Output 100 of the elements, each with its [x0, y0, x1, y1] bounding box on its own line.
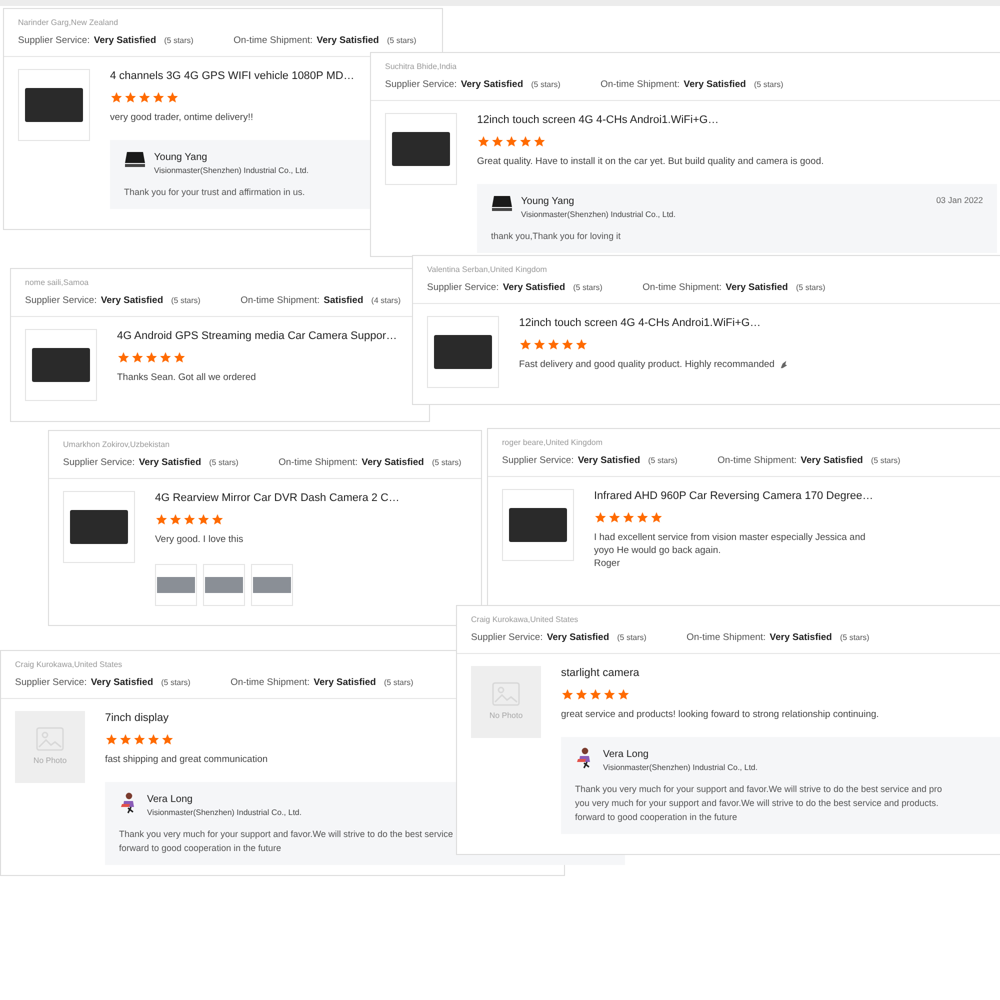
- star-icon: [622, 511, 635, 524]
- rating-label: Supplier Service:: [63, 456, 135, 470]
- rating-label: Supplier Service:: [25, 294, 97, 308]
- star-icon: [173, 351, 186, 364]
- star-icon: [147, 733, 160, 746]
- star-icon: [119, 733, 132, 746]
- photo-placeholder: [205, 577, 243, 594]
- rating-label: On-time Shipment:: [233, 34, 313, 48]
- rating-value: Very Satisfied: [362, 456, 424, 470]
- rating-count: (5 stars): [171, 295, 200, 307]
- review-text: fast shipping and great communication: [105, 753, 268, 766]
- star-icon: [533, 135, 546, 148]
- reviewer-name: nome saili,Samoa: [25, 277, 90, 289]
- reviewer-name: Suchitra Bhide,India: [385, 61, 458, 73]
- rating-value: Very Satisfied: [684, 78, 746, 92]
- company-name: Visionmaster(Shenzhen) Industrial Co., Ltd.: [147, 807, 302, 820]
- star-icon: [155, 513, 168, 526]
- reply-text: forward to good cooperation in the future: [119, 842, 282, 856]
- rating-value: Very Satisfied: [94, 34, 156, 48]
- rating-label: On-time Shipment:: [278, 456, 358, 470]
- rating-label: On-time Shipment:: [230, 676, 310, 690]
- star-icon: [159, 351, 172, 364]
- reply-text: you very much for your support and favor.We will strive to do the best service and products.: [575, 797, 940, 810]
- star-icon: [575, 688, 588, 702]
- rating-count: (5 stars): [209, 457, 238, 469]
- replier-name: Young Yang: [154, 151, 208, 166]
- rating-value: Very Satisfied: [90, 676, 154, 690]
- rating-label: Supplier Service:: [427, 281, 499, 295]
- rating-count: (5 stars): [617, 632, 646, 644]
- replier-name: Vera Long: [603, 748, 650, 762]
- replier-name: Vera Long: [147, 793, 194, 808]
- rating-value: Very Satisfied: [578, 454, 640, 468]
- rating-label: On-time Shipment:: [717, 454, 797, 468]
- reviewer-name: Craig Kurokawa,United States: [471, 614, 580, 626]
- reviewer-name: Umarkhon Zokirov,Uzbekistan: [63, 439, 171, 451]
- star-icon: [519, 135, 532, 148]
- rating-count: (5 stars): [870, 455, 900, 467]
- rating-label: Supplier Service:: [18, 34, 90, 48]
- review-text: I had excellent service from vision master especially Jessica and: [594, 531, 866, 544]
- rating-value: Very Satisfied: [316, 34, 379, 48]
- reviewer-name: Craig Kurokawa,United States: [15, 659, 124, 671]
- reply-text: forward to good cooperation in the future: [575, 811, 738, 824]
- product-title: Infrared AHD 960P Car Reversing Camera 170 Degree…: [594, 489, 874, 504]
- star-icon: [117, 351, 130, 364]
- review-text: very good trader, ontime delivery!!: [110, 111, 254, 124]
- rating-label: On-time Shipment:: [686, 631, 766, 645]
- photo-placeholder: [157, 577, 195, 594]
- rating-label: Supplier Service:: [502, 454, 574, 468]
- reviewer-name: Narinder Garg,New Zealand: [18, 17, 120, 29]
- rating-label: Supplier Service:: [385, 78, 457, 92]
- review-text: Thanks Sean. Got all we ordered: [117, 371, 256, 384]
- no-photo-text: No Photo: [33, 755, 67, 768]
- rating-count: (5 stars): [840, 632, 870, 644]
- product-title: 12inch touch screen 4G 4-CHs Androi1.WiFi+G…: [477, 113, 720, 128]
- review-text: Roger: [594, 557, 620, 570]
- star-icon: [608, 511, 621, 524]
- rating-count: (5 stars): [573, 282, 602, 294]
- replier-name: Young Yang: [521, 195, 576, 210]
- star-icon: [603, 688, 616, 702]
- rating-count: (5 stars): [164, 35, 194, 47]
- reply-text: Thank you very much for your support and favor.We will strive to do the best service: [119, 828, 454, 842]
- star-icon: [133, 733, 146, 746]
- star-icon: [124, 91, 137, 104]
- star-icon: [166, 91, 179, 104]
- star-icon: [477, 135, 490, 148]
- star-icon: [110, 91, 123, 104]
- star-icon: [169, 513, 182, 526]
- review-text: Fast delivery and good quality product. Highly recommanded: [519, 358, 775, 372]
- photo-placeholder: [32, 348, 90, 382]
- rating-label: On-time Shipment:: [600, 78, 680, 92]
- no-photo-text: No Photo: [489, 710, 523, 722]
- rating-count: (5 stars): [384, 677, 414, 689]
- rating-value: Very Satisfied: [502, 281, 566, 295]
- star-icon: [105, 733, 118, 746]
- product-title: 4G Rearview Mirror Car DVR Dash Camera 2 C…: [155, 491, 400, 506]
- review-text: Great quality. Have to install it on the car yet. But build quality and camera is good.: [477, 155, 824, 168]
- photo-placeholder: [434, 335, 492, 370]
- star-icon: [491, 135, 504, 148]
- rating-count: (5 stars): [531, 79, 560, 91]
- rating-value: Very Satisfied: [138, 456, 202, 470]
- star-icon: [152, 91, 165, 104]
- star-icon: [211, 513, 224, 526]
- star-icon: [594, 511, 607, 524]
- reviewer-name: Valentina Serban,United Kingdom: [427, 264, 548, 276]
- star-icon: [533, 338, 546, 352]
- rating-label: On-time Shipment:: [240, 294, 320, 308]
- rating-count: (5 stars): [754, 79, 784, 91]
- star-icon: [138, 91, 151, 104]
- photo-placeholder: [509, 508, 567, 542]
- photo-placeholder: [392, 132, 450, 166]
- product-title: 4G Android GPS Streaming media Car Camera Suppor…: [117, 329, 398, 344]
- rating-label: Supplier Service:: [471, 631, 543, 645]
- reply-text: Thank you very much for your support and favor.We will strive to do the best service and pro: [575, 783, 944, 796]
- star-icon: [650, 511, 663, 524]
- star-icon: [197, 513, 210, 526]
- review-text: yoyo He would go back again.: [594, 544, 721, 558]
- rating-count: (5 stars): [648, 455, 678, 467]
- rating-value: Very Satisfied: [770, 631, 832, 645]
- rating-value: Very Satisfied: [314, 676, 376, 690]
- star-icon: [561, 688, 574, 702]
